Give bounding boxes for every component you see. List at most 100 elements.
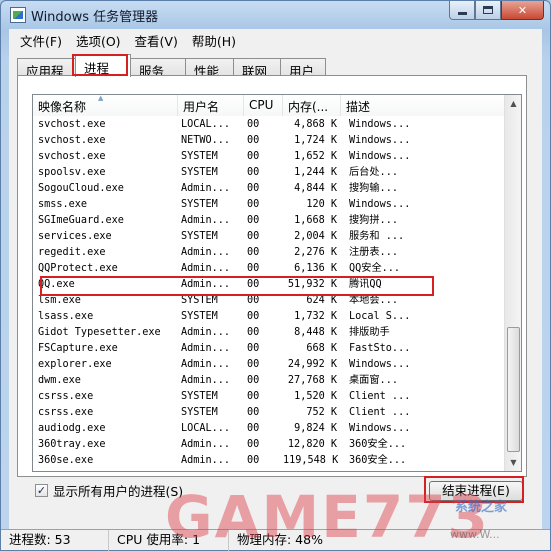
process-description: 排版助手 xyxy=(349,327,390,338)
process-memory: 51,932 K xyxy=(287,279,337,290)
table-row[interactable]: SGImeGuard.exe Admin... 00 1,668 K 搜狗拼... xyxy=(33,213,505,229)
process-user: Admin... xyxy=(181,263,231,274)
process-list[interactable]: 映像名称 ▲ 用户名 CPU 内存(... 描述 svchost.exe LOCA… xyxy=(32,94,522,472)
table-row[interactable]: smss.exe SYSTEM 00 120 K Windows... xyxy=(33,197,505,213)
task-manager-window: Windows 任务管理器 ✕ 文件(F) 选项(O) 查看(V) 帮助(H) … xyxy=(0,0,551,551)
process-description: 本地会... xyxy=(349,295,398,306)
table-row[interactable]: QQProtect.exe Admin... 00 6,136 K QQ安全... xyxy=(33,261,505,277)
scroll-up-icon[interactable]: ▲ xyxy=(505,95,521,112)
check-icon[interactable]: ✓ xyxy=(35,484,48,497)
show-all-users-checkbox[interactable]: ✓ 显示所有用户的进程(S) xyxy=(35,481,183,500)
table-row[interactable]: lsass.exe SYSTEM 00 1,732 K Local S... xyxy=(33,309,505,325)
process-description: Client ... xyxy=(349,391,411,402)
process-user: Admin... xyxy=(181,375,231,386)
scroll-down-icon[interactable]: ▼ xyxy=(505,454,521,471)
process-name: spoolsv.exe xyxy=(38,167,106,178)
table-row[interactable]: QQ.exe Admin... 00 51,932 K 腾讯QQ xyxy=(33,277,505,293)
process-description: 搜狗拼... xyxy=(349,215,398,226)
process-user: LOCAL... xyxy=(181,119,231,130)
process-name: SogouCloud.exe xyxy=(38,183,124,194)
process-description: Windows... xyxy=(349,135,411,146)
process-memory: 1,652 K xyxy=(294,151,337,162)
process-cpu: 00 xyxy=(247,295,260,306)
process-name: regedit.exe xyxy=(38,247,106,258)
menu-view[interactable]: 查看(V) xyxy=(128,31,185,50)
table-row[interactable]: SogouCloud.exe Admin... 00 4,844 K 搜狗输... xyxy=(33,181,505,197)
status-bar: 进程数: 53 CPU 使用率: 1 物理内存: 48% xyxy=(1,529,550,551)
process-description: Client ... xyxy=(349,407,411,418)
process-cpu: 00 xyxy=(247,279,260,290)
process-name: lsm.exe xyxy=(38,295,81,306)
process-memory: 8,448 K xyxy=(294,327,337,338)
close-icon: ✕ xyxy=(517,3,528,17)
caption-buttons: ✕ xyxy=(449,1,544,21)
maximize-button[interactable] xyxy=(475,1,501,20)
process-cpu: 00 xyxy=(247,119,260,130)
scroll-thumb[interactable] xyxy=(507,327,520,452)
process-user: SYSTEM xyxy=(181,391,218,402)
process-cpu: 00 xyxy=(247,407,260,418)
client-area: 应用程序 进程 服务 性能 联网 用户 映像名称 ▲ 用户名 CPU 内存(..… xyxy=(9,51,542,529)
end-process-button[interactable]: 结束进程(E) xyxy=(429,481,523,501)
minimize-button[interactable] xyxy=(449,1,475,20)
table-row[interactable]: FSCapture.exe Admin... 00 668 K FastSto... xyxy=(33,341,505,357)
vertical-scrollbar[interactable]: ▲ ▼ xyxy=(504,95,521,471)
table-row[interactable]: svchost.exe NETWO... 00 1,724 K Windows... xyxy=(33,133,505,149)
process-description: FastSto... xyxy=(349,343,411,354)
column-cpu[interactable]: CPU xyxy=(244,95,283,116)
column-memory[interactable]: 内存(... xyxy=(283,95,341,116)
table-row[interactable]: lsm.exe SYSTEM 00 624 K 本地会... xyxy=(33,293,505,309)
table-row[interactable]: svchost.exe SYSTEM 00 1,652 K Windows... xyxy=(33,149,505,165)
table-row[interactable]: 360se.exe Admin... 00 119,548 K 360安全... xyxy=(33,453,505,469)
process-user: Admin... xyxy=(181,327,231,338)
process-memory: 624 K xyxy=(306,295,337,306)
process-name: csrss.exe xyxy=(38,407,94,418)
column-user-name[interactable]: 用户名 xyxy=(178,95,244,116)
process-name: audiodg.exe xyxy=(38,423,106,434)
table-row[interactable]: csrss.exe SYSTEM 00 1,520 K Client ... xyxy=(33,389,505,405)
status-memory: 物理内存: 48% xyxy=(237,531,323,547)
process-description: 后台处... xyxy=(349,167,398,178)
table-row[interactable]: explorer.exe Admin... 00 24,992 K Windows... xyxy=(33,357,505,373)
menu-options[interactable]: 选项(O) xyxy=(69,31,128,50)
process-cpu: 00 xyxy=(247,439,260,450)
process-user: SYSTEM xyxy=(181,167,218,178)
title-bar[interactable]: Windows 任务管理器 ✕ xyxy=(1,1,550,29)
processes-panel: 映像名称 ▲ 用户名 CPU 内存(... 描述 svchost.exe LOCA… xyxy=(17,75,527,477)
process-cpu: 00 xyxy=(247,135,260,146)
table-row[interactable]: 360tray.exe Admin... 00 12,820 K 360安全... xyxy=(33,437,505,453)
process-memory: 27,768 K xyxy=(287,375,337,386)
table-row[interactable]: csrss.exe SYSTEM 00 752 K Client ... xyxy=(33,405,505,421)
window-title: Windows 任务管理器 xyxy=(31,10,159,25)
process-memory: 12,820 K xyxy=(287,439,337,450)
process-description: 注册表... xyxy=(349,247,398,258)
table-row[interactable]: svchost.exe LOCAL... 00 4,868 K Windows... xyxy=(33,117,505,133)
status-cpu-usage: CPU 使用率: 1 xyxy=(109,529,229,551)
table-row[interactable]: dwm.exe Admin... 00 27,768 K 桌面窗... xyxy=(33,373,505,389)
process-cpu: 00 xyxy=(247,231,260,242)
column-image-name[interactable]: 映像名称 ▲ xyxy=(33,95,178,116)
menu-help[interactable]: 帮助(H) xyxy=(185,31,243,50)
process-memory: 1,668 K xyxy=(294,215,337,226)
column-description[interactable]: 描述 xyxy=(341,95,505,116)
table-row[interactable]: audiodg.exe LOCAL... 00 9,824 K Windows... xyxy=(33,421,505,437)
process-description: 桌面窗... xyxy=(349,375,398,386)
process-cpu: 00 xyxy=(247,151,260,162)
menu-file[interactable]: 文件(F) xyxy=(13,31,69,50)
table-row[interactable]: regedit.exe Admin... 00 2,276 K 注册表... xyxy=(33,245,505,261)
table-row[interactable]: spoolsv.exe SYSTEM 00 1,244 K 后台处... xyxy=(33,165,505,181)
process-user: SYSTEM xyxy=(181,231,218,242)
process-name: QQ.exe xyxy=(38,279,75,290)
table-row[interactable]: Gidot Typesetter.exe Admin... 00 8,448 K 排版助… xyxy=(33,325,505,341)
process-cpu: 00 xyxy=(247,215,260,226)
process-user: Admin... xyxy=(181,455,231,466)
process-name: svchost.exe xyxy=(38,151,106,162)
process-user: Admin... xyxy=(181,359,231,370)
process-name: 360tray.exe xyxy=(38,439,106,450)
column-header: 映像名称 ▲ 用户名 CPU 内存(... 描述 xyxy=(33,95,505,116)
table-row[interactable]: services.exe SYSTEM 00 2,004 K 服务和 ... xyxy=(33,229,505,245)
close-button[interactable]: ✕ xyxy=(501,1,544,20)
process-user: SYSTEM xyxy=(181,311,218,322)
process-cpu: 00 xyxy=(247,247,260,258)
tab-processes[interactable]: 进程 xyxy=(75,54,131,77)
